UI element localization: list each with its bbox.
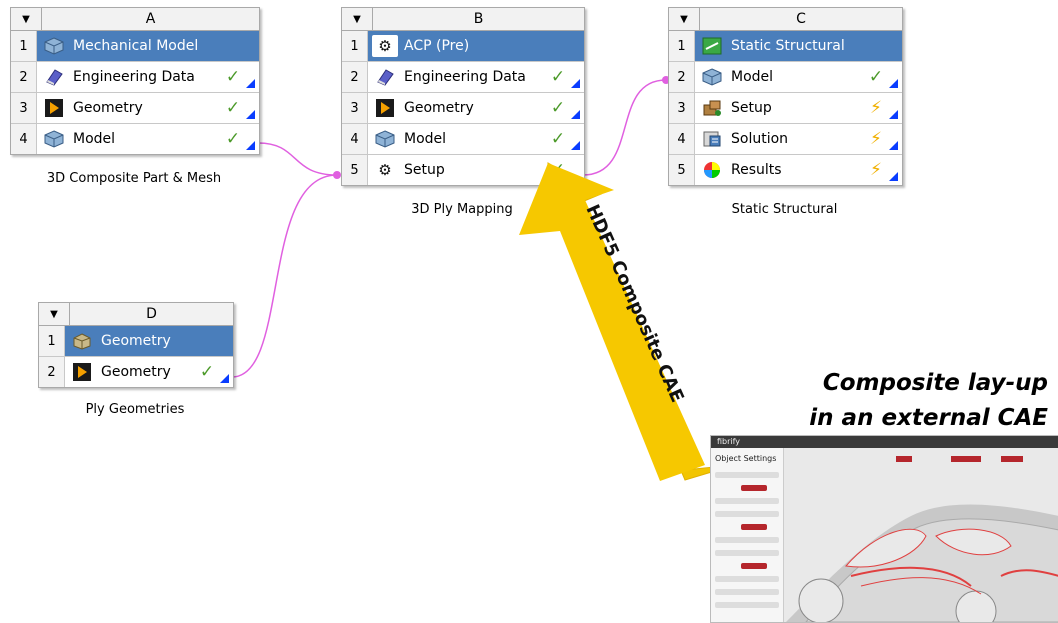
overlay-title-line2: in an external CAE bbox=[809, 405, 1048, 431]
overlay-title-line1: Composite lay-up bbox=[822, 370, 1048, 396]
cae-part-view bbox=[786, 456, 1058, 622]
external-cae-screenshot: fibrify Object Settings bbox=[710, 435, 1058, 623]
overlay-title: Composite lay-up in an external CAE bbox=[809, 366, 1048, 436]
